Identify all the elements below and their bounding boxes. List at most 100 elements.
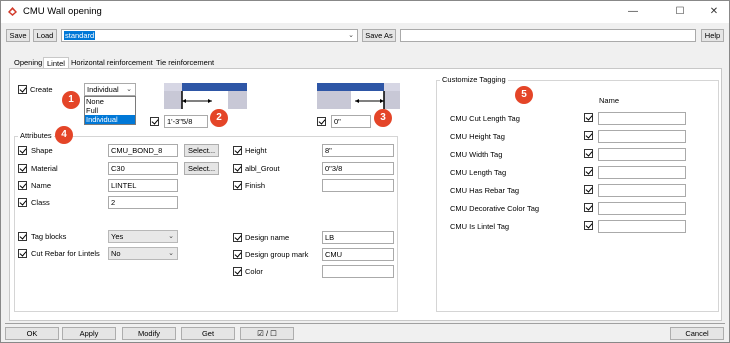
material-select-button[interactable]: Select... <box>184 162 219 175</box>
help-button[interactable]: Help <box>701 29 724 42</box>
name-label: Name <box>31 181 52 190</box>
height-label: Height <box>245 146 267 155</box>
chevron-down-icon: ⌄ <box>168 250 174 257</box>
tag-blocks-value: Yes <box>111 232 124 241</box>
tag-checkbox-length[interactable] <box>584 167 593 176</box>
dropdown-option-none[interactable]: None <box>85 97 135 106</box>
tag-checkbox-is-lintel[interactable] <box>584 221 593 230</box>
modify-button[interactable]: Modify <box>122 327 176 340</box>
height-input[interactable]: 8" <box>322 144 394 157</box>
tag-label-width: CMU Width Tag <box>450 150 503 159</box>
chevron-down-icon: ⌄ <box>168 233 174 240</box>
save-as-button[interactable]: Save As <box>362 29 396 42</box>
shape-select-button[interactable]: Select... <box>184 144 219 157</box>
cut-rebar-checkbox[interactable] <box>18 249 27 258</box>
tag-checkbox-width[interactable] <box>584 149 593 158</box>
maximize-button[interactable]: ☐ <box>665 1 695 23</box>
right-offset-input[interactable]: 0" <box>331 115 371 128</box>
design-group-label: Design group mark <box>245 250 309 259</box>
design-group-checkbox[interactable] <box>233 250 242 259</box>
tag-label-decorative-color: CMU Decorative Color Tag <box>450 204 540 213</box>
title-bar: CMU Wall opening — ☐ ✕ <box>1 1 729 23</box>
shape-input[interactable]: CMU_BOND_8 <box>108 144 178 157</box>
callout-badge-1: 1 <box>62 91 80 109</box>
tab-opening[interactable]: Opening <box>11 57 45 68</box>
dropdown-option-individual[interactable]: Individual <box>85 115 135 124</box>
create-checkbox[interactable] <box>18 85 27 94</box>
class-checkbox[interactable] <box>18 198 27 207</box>
save-as-input[interactable] <box>400 29 696 42</box>
class-input[interactable]: 2 <box>108 196 178 209</box>
tag-input-decorative-color[interactable] <box>598 202 686 215</box>
design-name-label: Design name <box>245 233 290 242</box>
finish-checkbox[interactable] <box>233 181 242 190</box>
color-checkbox[interactable] <box>233 267 242 276</box>
height-checkbox[interactable] <box>233 146 242 155</box>
callout-badge-5: 5 <box>515 86 533 104</box>
finish-label: Finish <box>245 181 266 190</box>
finish-input[interactable] <box>322 179 394 192</box>
close-button[interactable]: ✕ <box>699 1 729 23</box>
design-name-input[interactable]: LB <box>322 231 394 244</box>
minimize-button[interactable]: — <box>618 1 648 23</box>
tag-input-width[interactable] <box>598 148 686 161</box>
tag-label-height: CMU Height Tag <box>450 132 505 141</box>
create-label: Create <box>30 85 53 94</box>
tag-blocks-checkbox[interactable] <box>18 232 27 241</box>
left-offset-checkbox[interactable] <box>150 117 159 126</box>
grout-label: albl_Grout <box>245 164 280 173</box>
save-button[interactable]: Save <box>6 29 30 42</box>
tag-input-is-lintel[interactable] <box>598 220 686 233</box>
tag-label-length: CMU Length Tag <box>450 168 507 177</box>
cancel-button[interactable]: Cancel <box>670 327 724 340</box>
chevron-down-icon: ⌄ <box>348 32 354 39</box>
callout-badge-3: 3 <box>374 109 392 127</box>
callout-badge-2: 2 <box>210 109 228 127</box>
name-input[interactable]: LINTEL <box>108 179 178 192</box>
shape-checkbox[interactable] <box>18 146 27 155</box>
tag-blocks-combo[interactable]: Yes ⌄ <box>108 230 178 243</box>
tag-label-is-lintel: CMU Is Lintel Tag <box>450 222 510 231</box>
load-button[interactable]: Load <box>33 29 57 42</box>
grout-checkbox[interactable] <box>233 164 242 173</box>
attributes-title: Attributes <box>18 131 54 140</box>
toggle-all-button[interactable]: ☑ / ☐ <box>240 327 294 340</box>
tab-lintel[interactable]: Lintel <box>43 57 69 68</box>
tag-input-cut-length[interactable] <box>598 112 686 125</box>
chevron-down-icon: ⌄ <box>126 86 132 93</box>
class-label: Class <box>31 198 50 207</box>
cut-rebar-combo[interactable]: No ⌄ <box>108 247 178 260</box>
tab-tie-reinforcement[interactable]: Tie reinforcement <box>153 57 217 68</box>
get-button[interactable]: Get <box>181 327 235 340</box>
material-input[interactable]: C30 <box>108 162 178 175</box>
apply-button[interactable]: Apply <box>62 327 116 340</box>
color-input[interactable] <box>322 265 394 278</box>
create-mode-dropdown: None Full Individual <box>84 96 136 125</box>
dropdown-option-full[interactable]: Full <box>85 106 135 115</box>
tag-input-length[interactable] <box>598 166 686 179</box>
ok-button[interactable]: OK <box>5 327 59 340</box>
design-name-checkbox[interactable] <box>233 233 242 242</box>
design-group-input[interactable]: CMU <box>322 248 394 261</box>
grout-input[interactable]: 0"3/8 <box>322 162 394 175</box>
tag-checkbox-has-rebar[interactable] <box>584 185 593 194</box>
material-checkbox[interactable] <box>18 164 27 173</box>
create-mode-combo[interactable]: Individual ⌄ <box>84 83 136 96</box>
dialog-window: CMU Wall opening — ☐ ✕ Save Load standar… <box>0 0 730 343</box>
preset-combo[interactable]: standard ⌄ <box>61 29 358 42</box>
tag-input-height[interactable] <box>598 130 686 143</box>
name-checkbox[interactable] <box>18 181 27 190</box>
app-logo-icon <box>8 7 17 16</box>
tag-checkbox-height[interactable] <box>584 131 593 140</box>
tab-horizontal-reinforcement[interactable]: Horizontal reinforcement <box>68 57 156 68</box>
tag-checkbox-cut-length[interactable] <box>584 113 593 122</box>
tag-label-has-rebar: CMU Has Rebar Tag <box>450 186 520 195</box>
tag-input-has-rebar[interactable] <box>598 184 686 197</box>
right-offset-checkbox[interactable] <box>317 117 326 126</box>
left-offset-input[interactable]: 1'-3"5/8 <box>164 115 208 128</box>
tag-blocks-label: Tag blocks <box>31 232 67 241</box>
window-title: CMU Wall opening <box>23 6 102 17</box>
tag-checkbox-decorative-color[interactable] <box>584 203 593 212</box>
color-label: Color <box>245 267 263 276</box>
tag-label-cut-length: CMU Cut Length Tag <box>450 114 520 123</box>
